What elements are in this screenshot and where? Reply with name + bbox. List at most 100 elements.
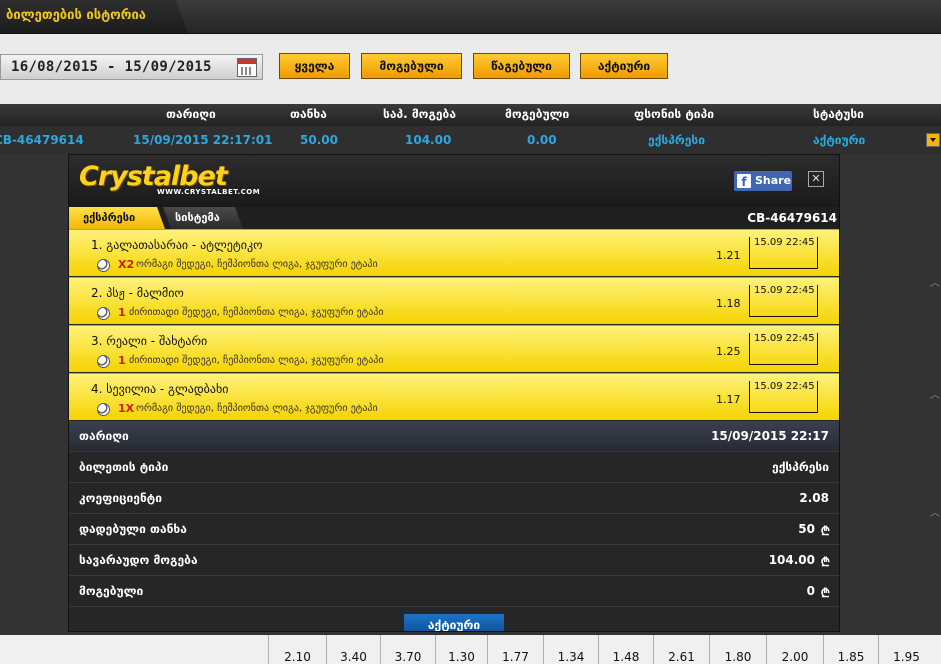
odds-cell[interactable]: 1.80	[709, 635, 766, 664]
event-item: 4. სევილია - გლადბახი 1X ორმაგი შედეგი, …	[69, 373, 839, 420]
tab-express[interactable]: ექსპრესი	[69, 207, 165, 229]
odds-value: 2.00	[781, 650, 809, 664]
row-date: 15/09/2015 22:17:01	[133, 133, 273, 147]
event-odd: 1.17	[716, 393, 741, 406]
football-icon	[97, 307, 110, 320]
share-label: Share	[755, 174, 792, 187]
summary-value: 0	[806, 584, 815, 598]
odds-value: 1.48	[612, 650, 640, 664]
col-won: მოგებული	[505, 107, 570, 121]
status-button[interactable]: აქტიური	[404, 614, 504, 632]
lari-icon: ₾	[820, 524, 830, 538]
odds-cell[interactable]: 3.40	[326, 635, 380, 664]
event-list: 1. გალათასარაი - ატლეტიკო X2 ორმაგი შედე…	[69, 229, 839, 421]
summary-label: ბილეთის ტიპი	[79, 460, 169, 474]
odds-cell[interactable]: 1.30	[435, 635, 487, 664]
calendar-icon[interactable]	[237, 58, 257, 77]
odds-value: 1.95	[893, 650, 920, 664]
summary-row-potential: სავარაუდო მოგება 104.00 ₾	[69, 545, 839, 576]
facebook-share-button[interactable]: f Share	[734, 171, 792, 191]
col-amount: თანხა	[290, 107, 327, 121]
odds-value: 2.61	[668, 650, 695, 664]
page-title-tab[interactable]: ბილეთების ისტორია	[0, 0, 188, 33]
event-date-box: 15.09 22:45	[749, 333, 818, 365]
odds-grid: 2.10 3.40 3.70 1.30 1.77 1.34 1.48 2.61 …	[0, 632, 941, 664]
close-icon[interactable]: ✕	[808, 171, 824, 187]
filter-active-button[interactable]: აქტიური	[580, 53, 668, 79]
summary-row-stake: დადებული თანხა 50 ₾	[69, 514, 839, 545]
table-row[interactable]: CB-46479614 15/09/2015 22:17:01 50.00 10…	[0, 126, 941, 154]
tab-system[interactable]: სისტემა	[163, 207, 243, 229]
row-potential: 104.00	[405, 133, 452, 147]
scroll-up-icon[interactable]: ︿	[930, 504, 940, 519]
logo-url: WWW.CRYSTALBET.COM	[157, 188, 261, 196]
filter-all-button[interactable]: ყველა	[279, 53, 350, 79]
event-market: ორმაგი შედეგი, ჩემპიონთა ლიგა, ჯგუფური ე…	[136, 403, 378, 414]
scroll-up-icon[interactable]: ︿	[930, 274, 940, 289]
summary-value: 104.00	[768, 553, 815, 567]
expand-row-icon[interactable]	[926, 133, 940, 147]
event-pick: 1	[118, 354, 126, 367]
odds-value: 1.34	[557, 650, 585, 664]
filter-bar: 16/08/2015 - 15/09/2015 ყველა მოგებული წ…	[0, 34, 941, 106]
bet-type-tabs: ექსპრესი სისტემა CB-46479614	[69, 207, 839, 231]
odds-cell[interactable]: 2.10	[268, 635, 326, 664]
row-bet-type: ექსპრესი	[648, 133, 705, 147]
odds-cell[interactable]: 1.48	[598, 635, 653, 664]
football-icon	[97, 403, 110, 416]
scroll-up-icon[interactable]: ︿	[930, 386, 940, 401]
col-status: სტატუსი	[813, 107, 864, 121]
odds-cell[interactable]: 1.95	[878, 635, 934, 664]
filter-won-button[interactable]: მოგებული	[361, 53, 462, 79]
summary-label: სავარაუდო მოგება	[79, 553, 198, 567]
summary-row-won: მოგებული 0 ₾	[69, 576, 839, 607]
row-id: CB-46479614	[0, 133, 84, 147]
event-item: 2. პსჟ - მალმიო 1 ძირითადი შედეგი, ჩემპი…	[69, 277, 839, 324]
event-market: ორმაგი შედეგი, ჩემპიონთა ლიგა, ჯგუფური ე…	[136, 259, 378, 270]
filter-lost-button[interactable]: წაგებული	[473, 53, 570, 79]
status-button-label: აქტიური	[427, 618, 481, 632]
summary-value: 50	[798, 522, 815, 536]
row-amount: 50.00	[300, 133, 338, 147]
event-name: 1. გალათასარაი - ატლეტიკო	[91, 238, 263, 252]
col-bet-type: ფსონის ტიპი	[634, 107, 714, 121]
ticket-id: CB-46479614	[747, 211, 837, 225]
odds-value: 1.77	[502, 650, 529, 664]
football-icon	[97, 355, 110, 368]
tab-system-label: სისტემა	[175, 211, 220, 224]
ticket-details-modal: Crystalbet WWW.CRYSTALBET.COM f Share ✕ …	[68, 154, 840, 632]
event-date-box: 15.09 22:45	[749, 285, 818, 317]
event-odd: 1.25	[716, 345, 741, 358]
lari-icon: ₾	[820, 555, 830, 569]
event-market: ძირითადი შედეგი, ჩემპიონთა ლიგა, ჯგუფური…	[129, 307, 384, 318]
modal-header: Crystalbet WWW.CRYSTALBET.COM f Share ✕	[69, 155, 839, 207]
event-date: 15.09 22:45	[754, 285, 815, 296]
odds-cell[interactable]: 3.70	[380, 635, 435, 664]
summary-label: მოგებული	[79, 584, 144, 598]
odds-cell[interactable]: 2.61	[653, 635, 709, 664]
odds-cell[interactable]: 1.77	[487, 635, 543, 664]
event-market: ძირითადი შედეგი, ჩემპიონთა ლიგა, ჯგუფური…	[129, 355, 384, 366]
odds-value: 1.30	[448, 650, 475, 664]
event-date: 15.09 22:45	[754, 381, 815, 392]
summary-row-date: თარიღი 15/09/2015 22:17	[69, 421, 839, 452]
odds-cell[interactable]: 2.00	[766, 635, 823, 664]
event-name: 2. პსჟ - მალმიო	[91, 286, 184, 300]
summary-label: თარიღი	[79, 429, 129, 443]
summary-row-coefficient: კოეფიციენტი 2.08	[69, 483, 839, 514]
event-item: 3. რეალი - შახტარი 1 ძირითადი შედეგი, ჩე…	[69, 325, 839, 372]
event-odd: 1.21	[716, 249, 741, 262]
event-date-box: 15.09 22:45	[749, 237, 818, 269]
odds-cell[interactable]: 1.34	[543, 635, 598, 664]
odds-value: 2.10	[284, 650, 311, 664]
event-name: 3. რეალი - შახტარი	[91, 334, 208, 348]
summary-label: დადებული თანხა	[79, 522, 187, 536]
tab-express-label: ექსპრესი	[83, 211, 136, 224]
odds-cell[interactable]: 1.85	[823, 635, 878, 664]
summary-value: 15/09/2015 22:17	[711, 429, 829, 443]
page-title: ბილეთების ისტორია	[6, 8, 146, 23]
top-bar: ბილეთების ისტორია	[0, 0, 941, 34]
football-icon	[97, 259, 110, 272]
date-range-field[interactable]: 16/08/2015 - 15/09/2015	[0, 54, 263, 80]
event-pick: X2	[118, 258, 135, 271]
